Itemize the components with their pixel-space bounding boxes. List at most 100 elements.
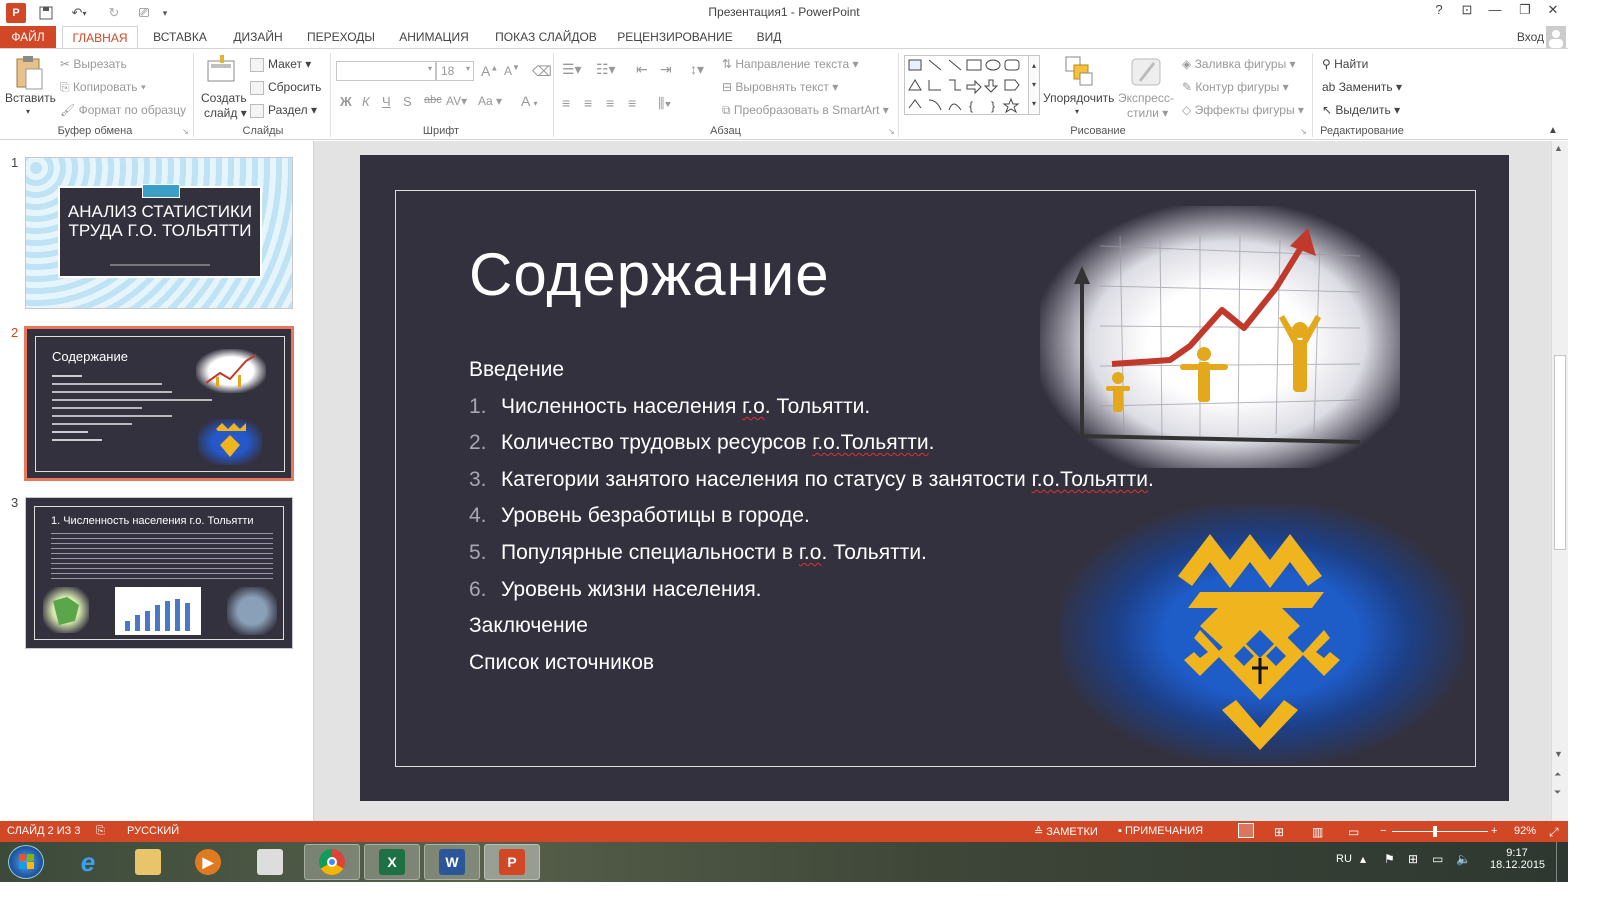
quick-styles-label2[interactable]: стили ▾ (1127, 106, 1168, 120)
network-icon[interactable]: ▭ (1432, 852, 1443, 866)
paste-button[interactable]: Вставить (5, 91, 56, 105)
tab-home[interactable]: ГЛАВНАЯ (62, 26, 138, 49)
arrange-dropdown-icon[interactable]: ▾ (1075, 107, 1079, 116)
taskbar-word[interactable]: W (424, 844, 480, 880)
dialog-launcher-icon[interactable]: ↘ (182, 127, 189, 136)
section-button[interactable]: Раздел ▾ (250, 103, 317, 118)
slide-thumb-2[interactable]: Содержание (24, 326, 294, 481)
tab-view[interactable]: ВИД (746, 26, 792, 48)
slideshow-view-icon[interactable]: ▭ (1348, 825, 1359, 839)
shape-fill-button[interactable]: ◈ Заливка фигуры ▾ (1182, 57, 1296, 71)
notes-button[interactable]: ≙ ЗАМЕТКИ (1034, 825, 1098, 838)
close-icon[interactable]: ✕ (1540, 2, 1566, 22)
reading-view-icon[interactable]: ▥ (1312, 825, 1323, 839)
bold-icon[interactable]: Ж (340, 94, 352, 109)
tab-transitions[interactable]: ПЕРЕХОДЫ (302, 26, 380, 48)
clock[interactable]: 9:17 18.12.2015 (1490, 847, 1545, 871)
vertical-scrollbar[interactable]: ▲ ▼ ⏶ ⏷ (1551, 141, 1568, 821)
shapes-gallery-scroll[interactable]: ▴ ▾ ▾ (1028, 55, 1040, 115)
bullets-icon[interactable]: ☰▾ (562, 61, 582, 78)
smartart-button[interactable]: ⧉ Преобразовать в SmartArt ▾ (722, 103, 889, 118)
char-spacing-icon[interactable]: AV▾ (446, 94, 467, 108)
paste-dropdown-icon[interactable]: ▾ (26, 107, 30, 116)
shape-outline-button[interactable]: ✎ Контур фигуры ▾ (1182, 80, 1289, 94)
quick-styles-button[interactable]: Экспресс- (1118, 91, 1174, 105)
show-desktop-button[interactable] (1556, 842, 1568, 882)
ribbon-display-icon[interactable]: ⊡ (1454, 2, 1480, 22)
quick-styles-icon[interactable] (1130, 55, 1162, 89)
tab-review[interactable]: РЕЦЕНЗИРОВАНИЕ (614, 26, 736, 48)
zoom-in-icon[interactable]: + (1491, 825, 1497, 837)
contents-item-6[interactable]: 6. Уровень жизни населения. (469, 578, 762, 602)
collapse-ribbon-icon[interactable]: ▲ (1548, 125, 1558, 136)
arrange-icon[interactable] (1064, 55, 1094, 89)
align-right-icon[interactable]: ≡ (606, 95, 614, 111)
taskbar-app[interactable] (242, 844, 298, 880)
reset-button[interactable]: Сбросить (250, 80, 321, 95)
user-avatar[interactable] (1546, 26, 1566, 48)
tab-design[interactable]: ДИЗАЙН (224, 26, 292, 48)
volume-muted-icon[interactable]: 🔈 (1456, 852, 1471, 866)
text-direction-button[interactable]: ⇅ Направление текста ▾ (722, 57, 859, 71)
scrollbar-thumb[interactable] (1554, 355, 1566, 550)
contents-conclusion[interactable]: Заключение (469, 614, 588, 638)
shape-effects-button[interactable]: ◇ Эффекты фигуры ▾ (1182, 103, 1304, 117)
taskbar-explorer[interactable] (120, 844, 176, 880)
contents-item-2[interactable]: 2. Количество трудовых ресурсов г.о.Толья… (469, 431, 934, 455)
contents-item-3[interactable]: 3. Категории занятого населения по статус… (469, 468, 1154, 492)
tab-slideshow[interactable]: ПОКАЗ СЛАЙДОВ (488, 26, 604, 48)
align-text-button[interactable]: ⊟ Выровнять текст ▾ (722, 80, 838, 94)
slide-counter[interactable]: СЛАЙД 2 ИЗ 3 (7, 825, 80, 837)
fit-slide-icon[interactable]: ⤢ (1549, 825, 1559, 840)
scroll-down-icon[interactable]: ▼ (1554, 749, 1563, 759)
zoom-level[interactable]: 92% (1514, 825, 1536, 837)
windows-icon[interactable]: ⊞ (1408, 852, 1418, 866)
tab-file[interactable]: ФАЙЛ (0, 26, 56, 48)
action-center-icon[interactable]: ⚑ (1384, 852, 1395, 866)
scroll-up-icon[interactable]: ▲ (1554, 143, 1563, 153)
strikethrough-icon[interactable]: abc (424, 94, 442, 106)
zoom-slider-thumb[interactable] (1433, 826, 1437, 837)
tab-insert[interactable]: ВСТАВКА (146, 26, 214, 48)
find-button[interactable]: ⚲ Найти (1322, 57, 1368, 71)
contents-sources[interactable]: Список источников (469, 651, 654, 675)
taskbar-media-player[interactable]: ▶ (180, 844, 236, 880)
layout-button[interactable]: Макет ▾ (250, 57, 311, 72)
minimize-icon[interactable]: — (1482, 2, 1508, 22)
contents-intro[interactable]: Введение (469, 358, 564, 382)
slide-thumb-3[interactable]: 1. Численность населения г.о. Тольятти (25, 497, 293, 649)
help-icon[interactable]: ? (1426, 2, 1452, 22)
replace-button[interactable]: ab Заменить ▾ (1322, 80, 1402, 94)
normal-view-icon[interactable] (1238, 823, 1254, 838)
copy-button[interactable]: ⎘ Копировать ▾ (60, 80, 146, 95)
slide-title[interactable]: Содержание (469, 240, 830, 309)
cut-button[interactable]: ✂ Вырезать (60, 57, 127, 71)
new-slide-label2[interactable]: слайд ▾ (204, 106, 247, 120)
font-size-field[interactable]: 18 ▾ (436, 61, 474, 81)
italic-icon[interactable]: К (362, 94, 370, 109)
decrease-indent-icon[interactable]: ⇤ (636, 61, 648, 78)
columns-icon[interactable]: ⫼▾ (658, 95, 671, 112)
font-color-icon[interactable]: A ▾ (521, 93, 537, 109)
language-indicator[interactable]: РУССКИЙ (127, 825, 179, 837)
new-slide-button[interactable]: Создать (201, 91, 247, 105)
tab-animation[interactable]: АНИМАЦИЯ (390, 26, 478, 48)
contents-item-4[interactable]: 4. Уровень безработицы в городе. (469, 504, 810, 528)
restore-icon[interactable]: ❐ (1512, 2, 1538, 22)
line-spacing-icon[interactable]: ↕▾ (690, 61, 704, 78)
zoom-out-icon[interactable]: − (1380, 825, 1386, 837)
align-left-icon[interactable]: ≡ (562, 95, 570, 111)
slide-thumb-1[interactable]: АНАЛИЗ СТАТИСТИКИ ТРУДА Г.О. ТОЛЬЯТТИ (25, 157, 293, 309)
paste-icon[interactable] (12, 55, 46, 95)
spellcheck-icon[interactable]: ⎘ (96, 825, 105, 838)
select-button[interactable]: ↖ Выделить ▾ (1322, 103, 1400, 117)
align-center-icon[interactable]: ≡ (584, 95, 592, 111)
justify-icon[interactable]: ≡ (628, 95, 636, 111)
dialog-launcher-icon[interactable]: ↘ (1300, 127, 1307, 136)
taskbar-powerpoint[interactable]: P (484, 844, 540, 880)
dialog-launcher-icon[interactable]: ↘ (888, 127, 895, 136)
previous-slide-icon[interactable]: ⏶ (1554, 769, 1561, 780)
show-hidden-icons[interactable]: ▴ (1360, 852, 1366, 866)
sign-in-link[interactable]: Вход (1504, 26, 1544, 48)
shrink-font-icon[interactable]: A▼ (504, 63, 520, 78)
